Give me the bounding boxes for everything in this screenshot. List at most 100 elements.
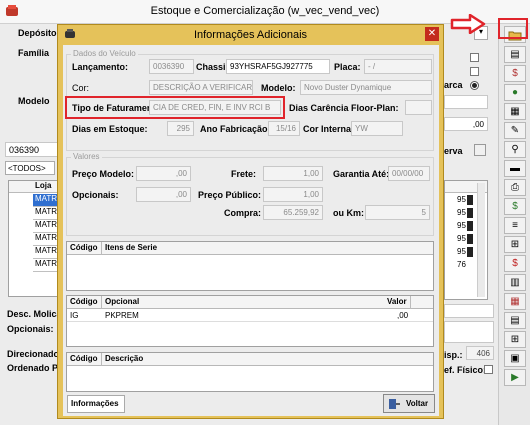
calendar-icon[interactable]: ▦: [504, 103, 526, 120]
opcionais-grid[interactable]: Código Opcional Valor IG PKPREM ,00: [66, 295, 434, 347]
ordenado-por-label: Ordenado Po: [7, 363, 64, 373]
col-codigo: Código: [70, 297, 98, 306]
list-icon[interactable]: ≡: [504, 217, 526, 234]
marca-radio[interactable]: [470, 81, 479, 90]
tab-todos[interactable]: <TODOS>: [5, 161, 55, 175]
opcionais-main-label: Opcionais:: [7, 324, 54, 334]
compra-field: 65.259,92: [263, 205, 323, 220]
dialog-body: Dados do Veículo Lançamento: 0036390 Cha…: [63, 45, 439, 416]
descricao-grid[interactable]: Código Descrição: [66, 352, 434, 392]
frete-label: Frete:: [231, 169, 257, 179]
preco-modelo-field: ,00: [136, 166, 191, 181]
descricao-header: Código Descrição: [67, 353, 433, 366]
traffic-light-icon: [467, 195, 473, 205]
itens-serie-grid[interactable]: Código Itens de Serie: [66, 241, 434, 291]
compra-label: Compra:: [224, 208, 262, 218]
car-icon[interactable]: ▬: [504, 160, 526, 177]
list-value: 95: [457, 208, 466, 217]
fisico-checkbox[interactable]: [484, 365, 493, 374]
row-opcional: PKPREM: [105, 311, 139, 320]
direcionados-label: Direcionados: [7, 349, 65, 359]
ano-fabricacao-field: 15/16: [268, 121, 300, 136]
exchange-dollar-icon[interactable]: $: [504, 255, 526, 272]
close-icon[interactable]: ✕: [425, 27, 439, 41]
traffic-light-icon: [467, 234, 473, 244]
row-codigo: IG: [70, 311, 79, 320]
notes-icon[interactable]: ▤: [504, 312, 526, 329]
preco-publico-field: 1,00: [263, 187, 323, 202]
printer-icon[interactable]: ⎙: [504, 179, 526, 196]
option-checkbox-2[interactable]: [470, 67, 479, 76]
right-value-field: ,00: [444, 117, 488, 131]
dias-carencia-label: Dias Carência Floor-Plan:: [289, 103, 399, 113]
voltar-label: Voltar: [406, 399, 429, 408]
disp-label: isp.:: [444, 350, 463, 360]
list-value: 95: [457, 195, 466, 204]
right-top-field[interactable]: [444, 95, 488, 109]
dollar-red-icon[interactable]: $: [504, 65, 526, 82]
voltar-button[interactable]: Voltar: [383, 394, 435, 413]
traffic-light-icon: [467, 208, 473, 218]
garantia-field: 00/00/00: [388, 166, 430, 181]
preco-publico-label: Preço Público:: [198, 190, 262, 200]
table-row[interactable]: IG PKPREM ,00: [67, 310, 433, 322]
col-itens-serie: Itens de Serie: [105, 243, 158, 252]
option-checkbox-1[interactable]: [470, 53, 479, 62]
tools-icon[interactable]: ✎: [504, 122, 526, 139]
km-label: ou Km:: [333, 208, 364, 218]
loja-column-header: Loja: [9, 181, 57, 193]
deposito-label: Depósito:: [18, 28, 60, 38]
reserva-icon[interactable]: [474, 144, 486, 156]
ano-fabricacao-label: Ano Fabricação:: [200, 124, 271, 134]
highlight-box-folder: [498, 18, 528, 39]
list-value: 76: [457, 260, 466, 269]
fisico-label: ef. Físico:: [444, 365, 487, 375]
chart-icon[interactable]: ▥: [504, 274, 526, 291]
opcionais-valor-label: Opcionais:: [72, 190, 119, 200]
voltar-door-icon: [389, 399, 400, 409]
opcionais-valor-field: ,00: [136, 187, 191, 202]
report-icon[interactable]: ▦: [504, 293, 526, 310]
veiculo-group-title: Dados do Veículo: [71, 49, 138, 58]
chassi-field: 93YHSRAF5GJ927775: [226, 59, 330, 74]
table-icon[interactable]: ⊞: [504, 236, 526, 253]
chassi-label: Chassi:: [196, 62, 229, 72]
marca-label: arca: [444, 80, 463, 90]
traffic-light-icon: [467, 221, 473, 231]
export-icon[interactable]: ▣: [504, 350, 526, 367]
familia-label: Família: [18, 48, 50, 58]
list-scrollbar[interactable]: [477, 183, 485, 297]
col-opcional: Opcional: [105, 297, 140, 306]
row-valor: ,00: [397, 311, 409, 320]
exit-icon[interactable]: ▶: [504, 369, 526, 386]
dias-estoque-field: 295: [167, 121, 194, 136]
placa-field: - /: [364, 59, 432, 74]
stock-list-right-portion: 95 95 95 95 95 76: [444, 180, 488, 300]
list-value: 95: [457, 221, 466, 230]
modelo-label: Modelo: [18, 96, 50, 106]
vehicle-search-input[interactable]: 036390: [5, 142, 58, 157]
reserva-label: erva: [444, 146, 463, 156]
grid-icon[interactable]: ⊞: [504, 331, 526, 348]
dollar-green-icon[interactable]: $: [504, 198, 526, 215]
lancamento-field: 0036390: [149, 59, 194, 74]
document-icon[interactable]: ▤: [504, 46, 526, 63]
col-valor: Valor: [387, 297, 407, 306]
informacoes-adicionais-dialog: Informações Adicionais ✕ Dados do Veícul…: [57, 24, 444, 419]
informacoes-tab-button[interactable]: Informações: [67, 395, 125, 413]
stock-list-grid[interactable]: Loja MATRI MATRI MATRI MATRI MATRI MATRI: [8, 180, 63, 297]
desc-field-right[interactable]: [444, 304, 494, 318]
modelo-field: Novo Duster Dynamique: [300, 80, 432, 95]
cor-field: DESCRIÇÃO A VERIFICAR: [149, 80, 253, 95]
disp-value: 406: [466, 346, 494, 360]
frete-field: 1,00: [263, 166, 323, 181]
traffic-light-icon: [467, 247, 473, 257]
money-bag-icon[interactable]: ●: [504, 84, 526, 101]
opcionais-field-right[interactable]: [444, 321, 494, 343]
search-icon[interactable]: ⚲: [504, 141, 526, 158]
preco-modelo-label: Preço Modelo:: [72, 169, 135, 179]
placa-label: Placa:: [334, 62, 361, 72]
col-codigo: Código: [70, 243, 98, 252]
cor-interna-label: Cor Interna:: [303, 124, 355, 134]
dias-carencia-field: [405, 100, 432, 115]
